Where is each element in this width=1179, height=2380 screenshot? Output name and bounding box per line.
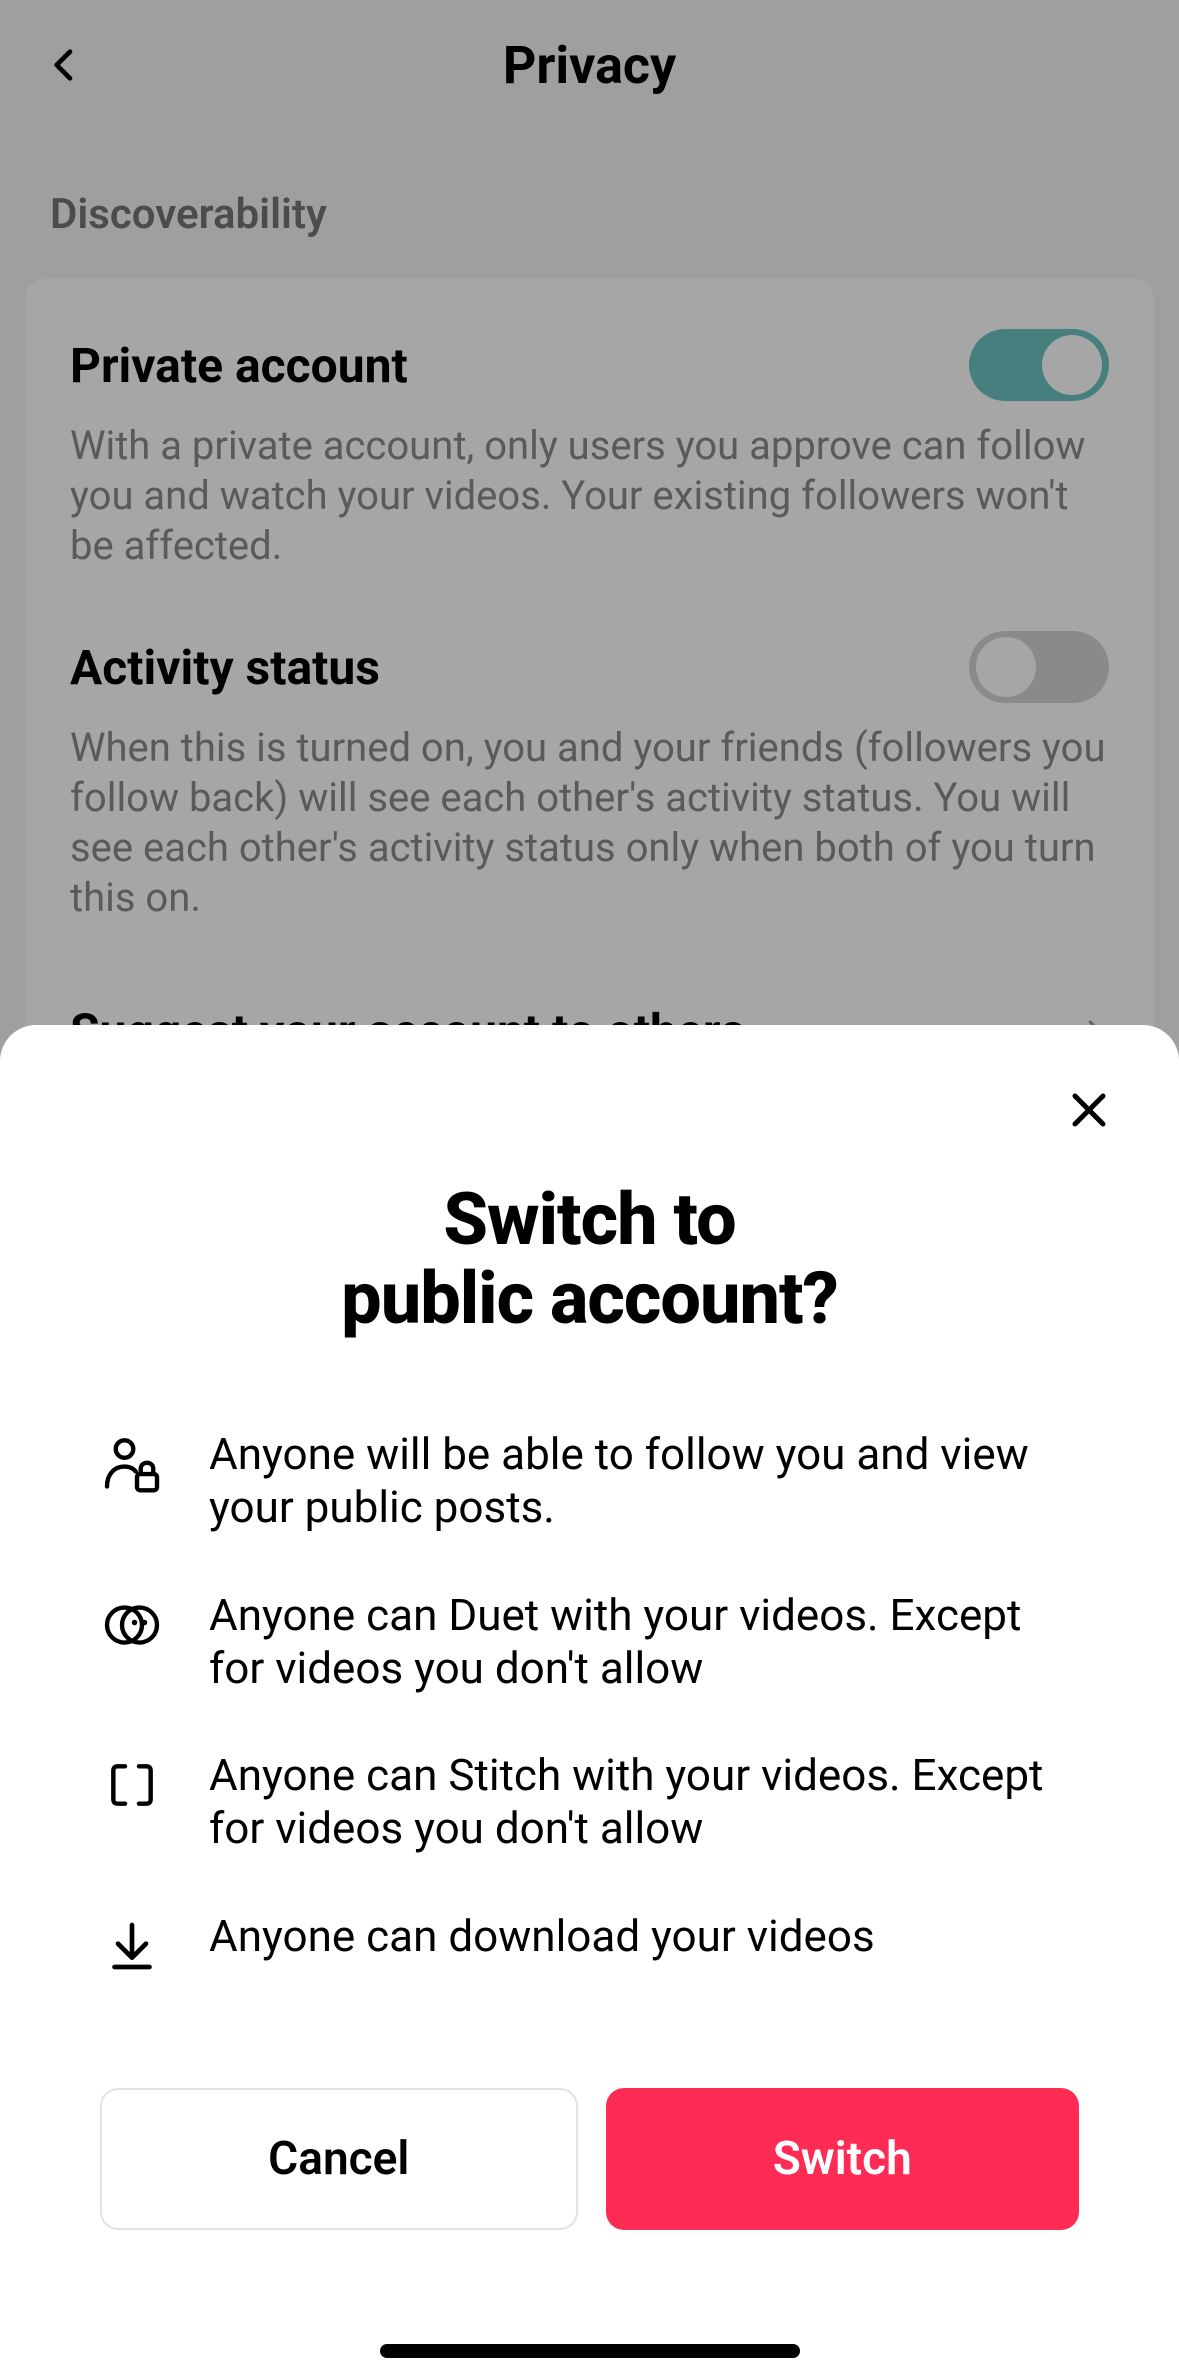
home-indicator[interactable] — [380, 2344, 800, 2358]
download-icon — [100, 1914, 164, 1978]
switch-account-sheet: Switch to public account? Anyone will be… — [0, 1025, 1179, 2380]
info-item-download: Anyone can download your videos — [100, 1910, 1079, 1978]
duet-icon — [100, 1593, 164, 1657]
sheet-title-line1: Switch to — [443, 1177, 735, 1262]
stitch-icon — [100, 1753, 164, 1817]
sheet-title: Switch to public account? — [100, 1180, 1079, 1338]
info-text: Anyone can Stitch with your videos. Exce… — [209, 1749, 1079, 1855]
sheet-title-line2: public account? — [341, 1256, 838, 1341]
button-row: Cancel Switch — [100, 2088, 1079, 2230]
info-text: Anyone can Duet with your videos. Except… — [209, 1589, 1079, 1695]
info-item-stitch: Anyone can Stitch with your videos. Exce… — [100, 1749, 1079, 1855]
info-item-follow: Anyone will be able to follow you and vi… — [100, 1428, 1079, 1534]
info-item-duet: Anyone can Duet with your videos. Except… — [100, 1589, 1079, 1695]
person-lock-icon — [100, 1432, 164, 1496]
info-text: Anyone can download your videos — [209, 1910, 875, 1963]
info-list: Anyone will be able to follow you and vi… — [100, 1428, 1079, 1978]
info-text: Anyone will be able to follow you and vi… — [209, 1428, 1079, 1534]
close-icon — [1065, 1086, 1113, 1134]
switch-button[interactable]: Switch — [606, 2088, 1080, 2230]
close-button[interactable] — [1059, 1080, 1119, 1140]
cancel-button[interactable]: Cancel — [100, 2088, 578, 2230]
